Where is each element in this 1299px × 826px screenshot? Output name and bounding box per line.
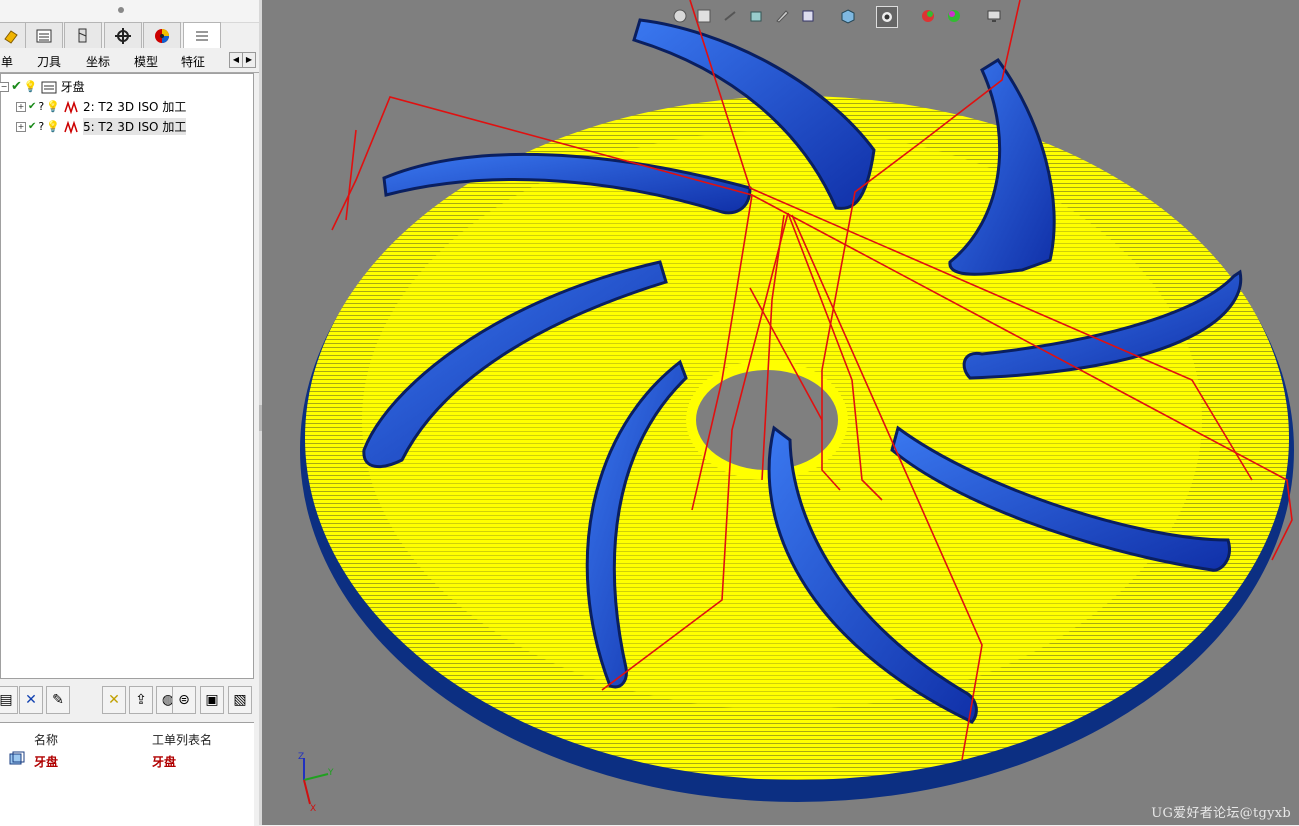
grip-dot xyxy=(118,7,124,13)
tool-view-icon[interactable] xyxy=(772,6,792,26)
table-cell-worklist[interactable]: 牙盘 xyxy=(152,753,176,770)
shading-icon[interactable] xyxy=(876,6,898,28)
worklist-icon xyxy=(41,81,57,93)
rotate-icon[interactable] xyxy=(720,6,740,26)
tab-features[interactable]: 特征 xyxy=(181,53,205,70)
tab-worklist[interactable]: 单 xyxy=(1,53,13,70)
bulb-icon[interactable]: 💡 xyxy=(46,120,60,133)
impeller-scene xyxy=(300,0,1294,802)
image-icon[interactable]: ▧ xyxy=(228,686,252,714)
panel-grip[interactable] xyxy=(0,0,259,23)
tab-models[interactable]: 模型 xyxy=(134,53,158,70)
collapse-icon[interactable]: − xyxy=(0,81,9,92)
export-icon[interactable]: ⇪ xyxy=(129,686,153,714)
menu-lines-icon[interactable] xyxy=(183,22,221,48)
operations-list-icon[interactable] xyxy=(25,22,63,48)
operation-tree: − ✔ 💡 牙盘 + ✔ ? 💡 2: T2 3D ISO 加工 + ✔ ? 💡… xyxy=(0,73,254,679)
tree-operation-label: 5: T2 3D ISO 加工 xyxy=(82,118,187,135)
cube-icon[interactable] xyxy=(838,6,858,26)
triad-label-z: Z xyxy=(298,752,305,762)
column-header-name[interactable]: 名称 xyxy=(34,731,58,748)
tree-root[interactable]: − ✔ 💡 牙盘 xyxy=(0,77,85,96)
view-fit-icon[interactable] xyxy=(670,6,690,26)
list-icon[interactable]: ▤ xyxy=(0,686,18,714)
expand-icon[interactable]: + xyxy=(16,101,26,112)
panel-tabs: 单 刀具 坐标 模型 特征 ◀ ▶ xyxy=(0,50,259,73)
tree-root-label: 牙盘 xyxy=(60,80,85,94)
question-icon: ? xyxy=(38,120,45,133)
worklist-table: 名称 工单列表名 牙盘 牙盘 xyxy=(0,722,254,826)
color-icon[interactable] xyxy=(143,22,181,48)
tool-icon[interactable] xyxy=(64,22,102,48)
column-header-worklist[interactable]: 工单列表名 xyxy=(152,731,212,748)
expand-icon[interactable]: + xyxy=(16,121,26,132)
delete-icon[interactable]: ✕ xyxy=(19,686,43,714)
toolpath-icon xyxy=(64,120,78,134)
check-icon: ✔ xyxy=(28,101,37,112)
panel-icon-row xyxy=(0,22,259,48)
toolpath-icon xyxy=(64,100,78,114)
tabs-scroll-right-icon[interactable]: ▶ xyxy=(242,52,256,68)
triad-label-y: Y xyxy=(328,768,334,778)
graphics-viewport[interactable]: Z Y X UG爱好者论坛@tgyxb xyxy=(262,0,1299,825)
tree-operation-label: 2: T2 3D ISO 加工 xyxy=(82,100,187,114)
comment-icon[interactable]: ✎ xyxy=(46,686,70,714)
stock-icon[interactable]: ⊜ xyxy=(172,686,196,714)
question-icon: ? xyxy=(38,100,45,113)
zoom-icon[interactable] xyxy=(694,6,714,26)
tree-operation-item[interactable]: + ✔ ? 💡 2: T2 3D ISO 加工 xyxy=(16,97,186,116)
edit-icon[interactable]: ▣ xyxy=(200,686,224,714)
operations-panel: 单 刀具 坐标 模型 特征 ◀ ▶ − ✔ 💡 牙盘 + ✔ ? 💡 2: T2… xyxy=(0,0,259,826)
tabs-scroll-left-icon[interactable]: ◀ xyxy=(229,52,243,68)
table-cell-name[interactable]: 牙盘 xyxy=(34,753,58,770)
check-icon: ✔ xyxy=(28,121,37,132)
triad-label-x: X xyxy=(310,804,317,814)
bulb-icon[interactable]: 💡 xyxy=(24,80,38,93)
cross-icon[interactable]: ✕ xyxy=(102,686,126,714)
bulb-icon[interactable]: 💡 xyxy=(46,100,60,113)
stock-sphere-icon[interactable] xyxy=(944,6,964,26)
part-icon xyxy=(9,751,25,765)
tab-tools[interactable]: 刀具 xyxy=(37,53,61,70)
list-toolbar: ▤ ✕ ✎ ✕ ⇪ ◍ ⊜ ▣ ▧ xyxy=(0,684,256,718)
watermark: UG爱好者论坛@tgyxb xyxy=(1151,806,1291,821)
iso-view-icon[interactable] xyxy=(746,6,766,26)
tree-operation-item[interactable]: + ✔ ? 💡 5: T2 3D ISO 加工 xyxy=(16,117,187,136)
check-icon: ✔ xyxy=(11,79,22,94)
color-sphere-icon[interactable] xyxy=(918,6,938,26)
coordinate-icon[interactable] xyxy=(104,22,142,48)
front-view-icon[interactable] xyxy=(798,6,818,26)
monitor-icon[interactable] xyxy=(984,6,1004,26)
tab-coordinates[interactable]: 坐标 xyxy=(86,53,110,70)
